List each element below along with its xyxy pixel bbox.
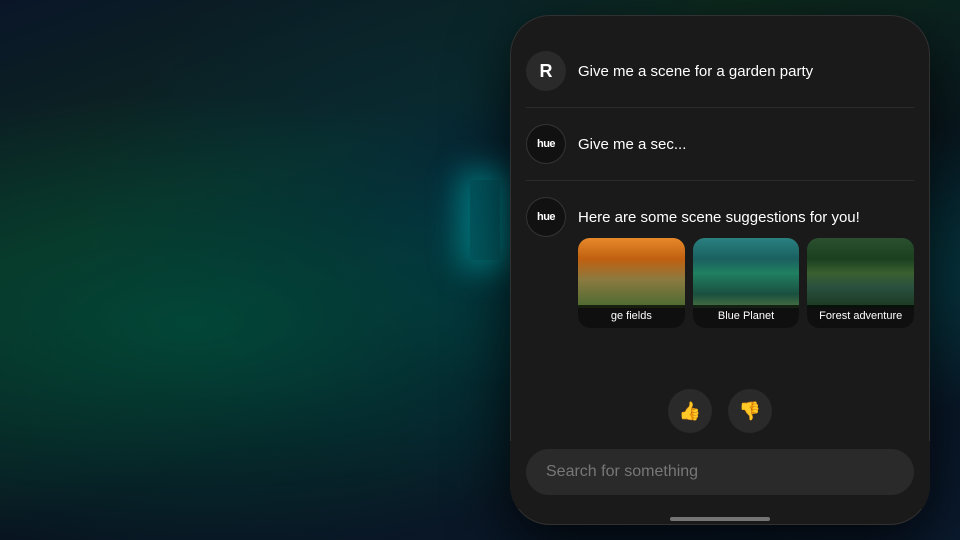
message-blurred — [691, 136, 774, 153]
search-input[interactable] — [526, 449, 914, 495]
scene-card-orange[interactable]: ge fields — [578, 238, 685, 328]
thumbs-down-button[interactable]: 👎 — [728, 389, 772, 433]
scene-image-blue — [693, 238, 800, 308]
avatar-hue-1: hue — [526, 124, 566, 164]
chat-area: R Give me a scene for a garden party hue… — [510, 15, 930, 377]
phone-container: R Give me a scene for a garden party hue… — [480, 0, 960, 540]
home-indicator — [510, 509, 930, 525]
scene-image-forest — [807, 238, 914, 308]
search-bar-container — [510, 441, 930, 509]
avatar-hue-2: hue — [526, 197, 566, 237]
scene-label-blue: Blue Planet — [693, 305, 800, 328]
scene-card-blue[interactable]: Blue Planet — [693, 238, 800, 328]
phone: R Give me a scene for a garden party hue… — [510, 15, 930, 525]
scene-suggestions-label: Here are some scene suggestions for you! — [578, 207, 914, 228]
feedback-buttons: 👍 👎 — [510, 377, 930, 441]
message-text-1: Give me a scene for a garden party — [578, 51, 914, 82]
chat-message-user: R Give me a scene for a garden party — [526, 35, 914, 108]
scene-suggestions-area: Here are some scene suggestions for you!… — [578, 197, 914, 328]
scene-cards: ge fields Blue Planet Fore — [578, 238, 914, 328]
scene-label-forest: Forest adventure — [807, 305, 914, 328]
chat-message-scenes: hue Here are some scene suggestions for … — [526, 181, 914, 344]
scene-card-forest[interactable]: Forest adventure — [807, 238, 914, 328]
home-bar — [670, 517, 770, 521]
thumbs-up-button[interactable]: 👍 — [668, 389, 712, 433]
chat-message-hue-loading: hue Give me a sec... — [526, 108, 914, 181]
avatar-user: R — [526, 51, 566, 91]
message-text-2: Give me a sec... — [578, 124, 914, 155]
scene-image-orange — [578, 238, 685, 308]
scene-label-orange: ge fields — [578, 305, 685, 328]
